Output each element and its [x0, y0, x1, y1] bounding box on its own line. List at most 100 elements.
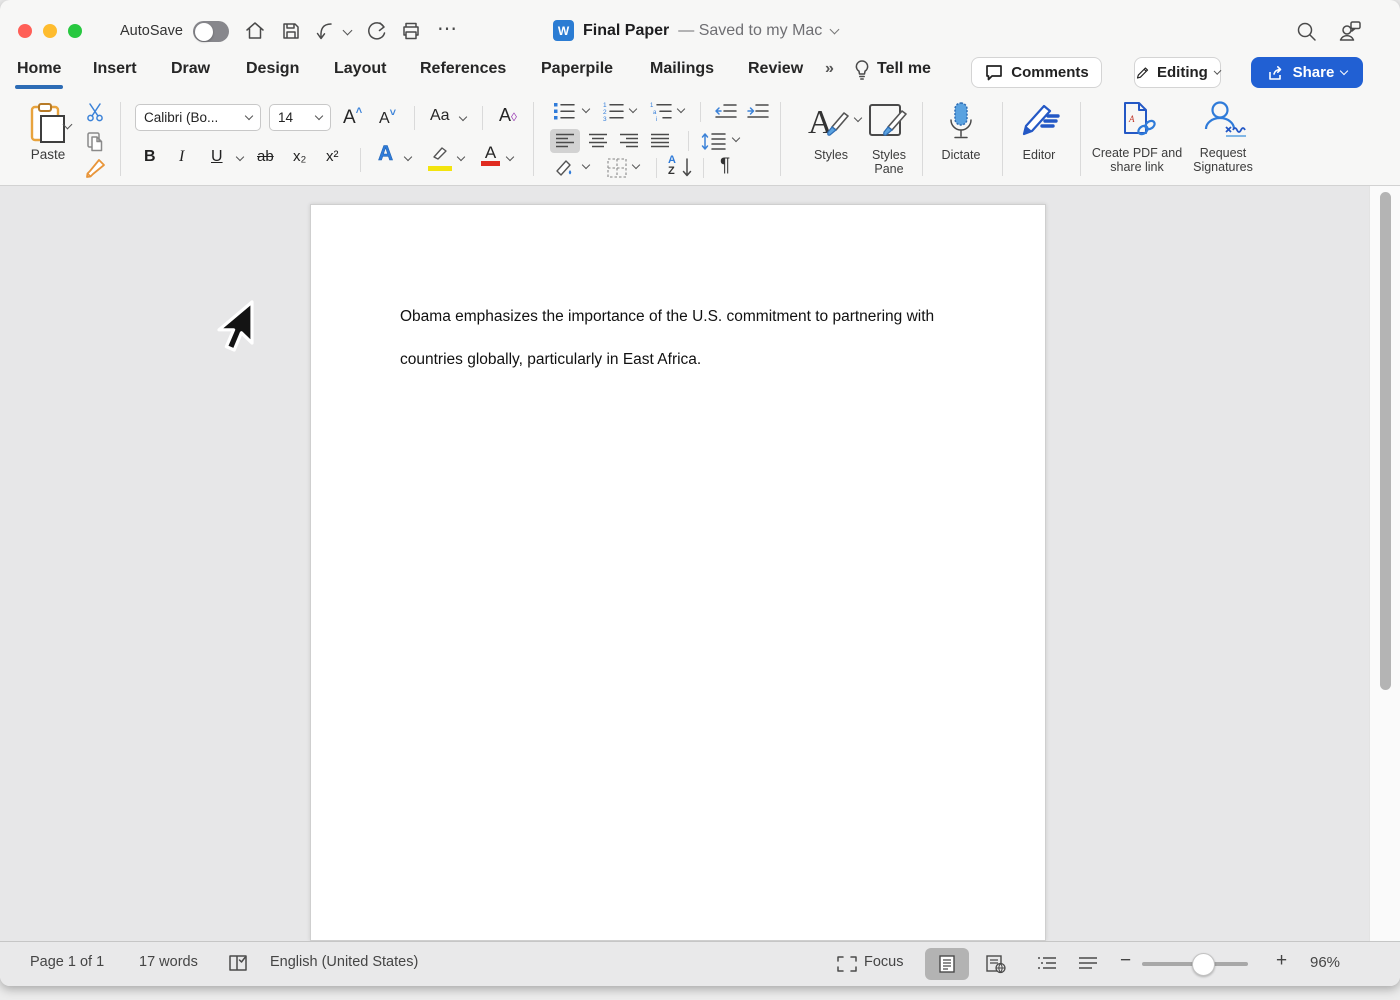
change-case-chevron-icon[interactable]: [458, 112, 468, 122]
strikethrough-button[interactable]: ab: [257, 148, 274, 165]
tab-paperpile[interactable]: Paperpile: [541, 60, 613, 78]
highlight-chevron-icon[interactable]: [456, 152, 466, 162]
paste-label[interactable]: Paste: [22, 148, 74, 162]
tab-overflow-icon[interactable]: »: [825, 60, 834, 78]
focus-icon[interactable]: [836, 955, 858, 973]
lightbulb-icon[interactable]: [851, 58, 873, 82]
tellme-label[interactable]: Tell me: [877, 60, 931, 78]
decrease-indent-icon[interactable]: [713, 101, 739, 121]
sort-button[interactable]: A Z: [668, 155, 676, 177]
clear-formatting-button[interactable]: A◊: [499, 105, 517, 126]
italic-button[interactable]: I: [179, 148, 184, 166]
create-pdf-button[interactable]: A: [1115, 99, 1159, 148]
line-spacing-icon[interactable]: [700, 130, 728, 152]
change-case-button[interactable]: Aa: [430, 107, 450, 125]
scrollbar-track[interactable]: [1369, 186, 1400, 941]
dictate-button[interactable]: [944, 100, 978, 149]
share-button[interactable]: Share: [1251, 57, 1363, 88]
document-text-line[interactable]: Obama emphasizes the importance of the U…: [400, 308, 934, 326]
zoom-out-button[interactable]: −: [1120, 950, 1131, 972]
align-right-icon[interactable]: [618, 132, 640, 150]
font-color-button[interactable]: A: [481, 143, 500, 166]
tab-mailings[interactable]: Mailings: [650, 60, 714, 78]
font-name-select[interactable]: Calibri (Bo...: [135, 104, 261, 131]
document-page[interactable]: Obama emphasizes the importance of the U…: [310, 204, 1046, 941]
multilevel-list-chevron-icon[interactable]: [676, 104, 686, 114]
document-canvas[interactable]: Obama emphasizes the importance of the U…: [0, 186, 1400, 941]
line-spacing-chevron-icon[interactable]: [731, 133, 741, 143]
undo-dropdown-chevron-icon[interactable]: [342, 25, 353, 36]
undo-icon[interactable]: [312, 18, 338, 44]
bullet-list-chevron-icon[interactable]: [581, 104, 591, 114]
text-effects-button[interactable]: A: [378, 142, 394, 166]
outline-view-icon[interactable]: [1035, 955, 1059, 973]
language-status[interactable]: English (United States): [270, 954, 418, 970]
zoom-in-button[interactable]: +: [1276, 950, 1287, 972]
autosave-toggle[interactable]: [193, 21, 229, 42]
align-left-icon[interactable]: [554, 132, 576, 150]
align-center-icon[interactable]: [587, 132, 609, 150]
copy-icon[interactable]: [84, 130, 106, 154]
bullet-list-icon[interactable]: [551, 100, 577, 122]
document-title-group[interactable]: W Final Paper — Saved to my Mac: [553, 20, 840, 41]
show-paragraph-marks-button[interactable]: ¶: [720, 155, 730, 177]
increase-indent-icon[interactable]: [745, 101, 771, 121]
tab-layout[interactable]: Layout: [334, 60, 386, 78]
tab-draw[interactable]: Draw: [171, 60, 210, 78]
zoom-level-value[interactable]: 96%: [1310, 954, 1340, 971]
request-signatures-button[interactable]: [1198, 99, 1250, 148]
cut-icon[interactable]: [84, 101, 106, 123]
minimize-window-button[interactable]: [43, 24, 57, 38]
comments-button[interactable]: Comments: [971, 57, 1102, 88]
print-icon[interactable]: [399, 19, 423, 43]
tab-references[interactable]: References: [420, 60, 506, 78]
maximize-window-button[interactable]: [68, 24, 82, 38]
tab-design[interactable]: Design: [246, 60, 299, 78]
save-icon[interactable]: [279, 19, 303, 43]
highlight-color-button[interactable]: [428, 145, 452, 171]
search-icon[interactable]: [1294, 19, 1319, 44]
shading-chevron-icon[interactable]: [581, 160, 591, 170]
subscript-button[interactable]: x₂: [293, 148, 306, 165]
underline-chevron-icon[interactable]: [235, 152, 245, 162]
close-window-button[interactable]: [18, 24, 32, 38]
shrink-font-button[interactable]: A˅: [379, 107, 396, 128]
scrollbar-thumb[interactable]: [1380, 192, 1391, 690]
proofing-status-icon[interactable]: [226, 951, 250, 975]
justify-icon[interactable]: [649, 132, 671, 150]
redo-icon[interactable]: [364, 18, 390, 44]
font-color-chevron-icon[interactable]: [505, 152, 515, 162]
borders-icon[interactable]: [605, 156, 629, 180]
tab-insert[interactable]: Insert: [93, 60, 137, 78]
bold-button[interactable]: B: [144, 148, 156, 166]
focus-mode-button[interactable]: Focus: [864, 954, 904, 970]
contacts-icon[interactable]: [1336, 17, 1364, 45]
numbered-list-icon[interactable]: 1 2 3: [600, 100, 626, 122]
title-dropdown-chevron-icon[interactable]: [829, 24, 840, 34]
shading-icon[interactable]: [553, 157, 577, 179]
styles-button[interactable]: A: [806, 101, 858, 148]
print-layout-view-icon[interactable]: [937, 954, 957, 974]
superscript-button[interactable]: x²: [326, 148, 339, 165]
zoom-slider-thumb[interactable]: [1192, 953, 1215, 976]
styles-pane-button[interactable]: [866, 101, 910, 148]
tab-home[interactable]: Home: [17, 60, 61, 78]
editing-mode-button[interactable]: Editing: [1134, 57, 1222, 88]
word-count-status[interactable]: 17 words: [139, 954, 198, 970]
text-effects-chevron-icon[interactable]: [403, 152, 413, 162]
multilevel-list-icon[interactable]: 1 a i: [648, 100, 674, 122]
home-icon[interactable]: [243, 19, 267, 43]
borders-chevron-icon[interactable]: [631, 160, 641, 170]
editor-button[interactable]: [1018, 100, 1062, 147]
page-number-status[interactable]: Page 1 of 1: [30, 954, 104, 970]
document-text-line[interactable]: countries globally, particularly in East…: [400, 351, 701, 369]
underline-button[interactable]: U: [211, 148, 223, 166]
more-toolbar-options-icon[interactable]: ⋯: [437, 16, 458, 41]
font-size-select[interactable]: 14: [269, 104, 331, 131]
grow-font-button[interactable]: A˄: [343, 105, 362, 129]
web-layout-view-icon[interactable]: [985, 954, 1007, 974]
draft-view-icon[interactable]: [1077, 955, 1099, 973]
numbered-list-chevron-icon[interactable]: [628, 104, 638, 114]
tab-review[interactable]: Review: [748, 60, 803, 78]
format-painter-icon[interactable]: [82, 156, 108, 182]
